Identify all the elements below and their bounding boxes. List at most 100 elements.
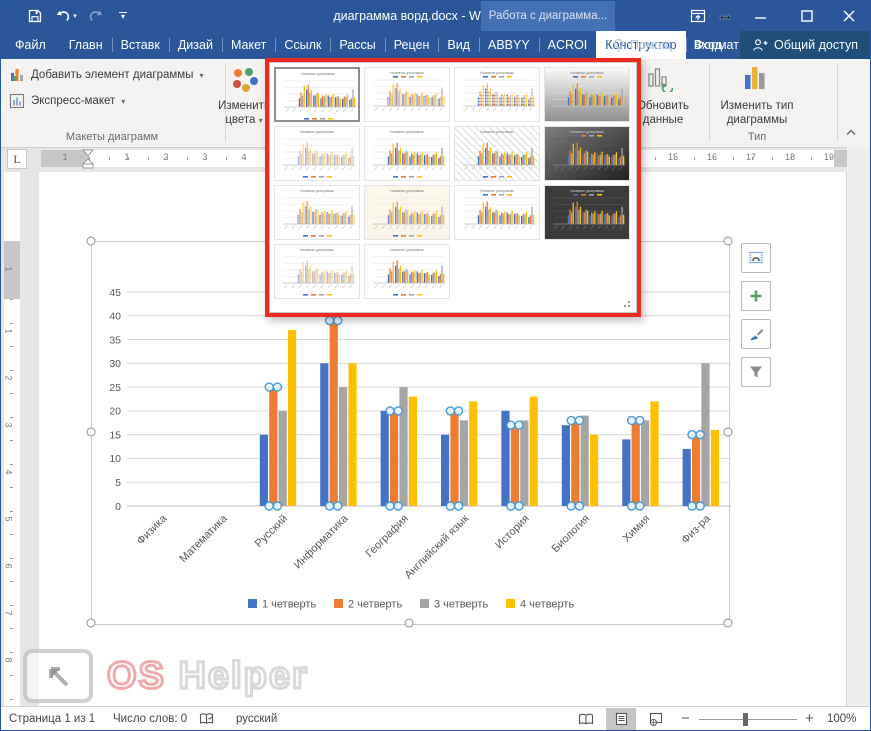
chart-style-thumbnail-1[interactable]: Название диаграммы	[274, 67, 360, 122]
svg-text:Название диаграммы: Название диаграммы	[300, 130, 335, 134]
page-indicator[interactable]: Страница 1 из 1	[9, 707, 95, 731]
lightbulb-icon	[612, 38, 625, 53]
svg-text:Название диаграммы: Название диаграммы	[390, 248, 425, 252]
language-indicator[interactable]: русский	[236, 707, 277, 731]
svg-text:Название диаграммы: Название диаграммы	[480, 189, 515, 193]
tab-файл[interactable]: Файл	[1, 31, 60, 59]
svg-text:40: 40	[109, 311, 121, 323]
svg-text:Название диаграммы: Название диаграммы	[300, 248, 335, 252]
svg-text:Название диаграммы: Название диаграммы	[570, 71, 605, 75]
close-button[interactable]	[832, 1, 866, 31]
quick-layout-button[interactable]: Экспресс-макет▾	[9, 93, 125, 109]
redo-icon[interactable]	[83, 4, 107, 28]
change-colors-icon	[229, 67, 259, 93]
chart-style-thumbnail-11[interactable]: Название диаграммы	[454, 185, 540, 240]
svg-text:Название диаграммы: Название диаграммы	[570, 189, 605, 193]
tab-ссылк[interactable]: Ссылк	[275, 31, 330, 59]
tab-рассы[interactable]: Рассы	[330, 31, 384, 59]
tab-вставк[interactable]: Вставк	[112, 31, 169, 59]
zoom-slider-track[interactable]	[699, 719, 797, 720]
svg-text:Русский: Русский	[253, 513, 290, 550]
add-chart-element-button[interactable]: Добавить элемент диаграммы▾	[9, 67, 203, 83]
svg-text:Название диаграммы: Название диаграммы	[570, 130, 605, 134]
svg-text:15: 15	[109, 429, 121, 441]
layout-options-button[interactable]	[741, 243, 771, 273]
chart-frame-handle[interactable]	[405, 619, 414, 628]
tab-рецен[interactable]: Рецен	[385, 31, 439, 59]
chart-elements-button[interactable]	[741, 281, 771, 311]
minimize-button[interactable]	[744, 1, 778, 31]
zoom-out-button[interactable]: −	[681, 707, 690, 731]
svg-text:3 четверть: 3 четверть	[434, 599, 488, 611]
svg-text:Биология: Биология	[550, 513, 592, 555]
tab-abbyy[interactable]: ABBYY	[479, 31, 539, 59]
vertical-ruler: 112345678	[4, 172, 20, 706]
chart-style-thumbnail-8[interactable]: Название диаграммы	[544, 126, 630, 181]
sign-in-button[interactable]: Вход	[694, 38, 722, 52]
vertical-scrollbar[interactable]	[847, 147, 870, 706]
web-layout-button[interactable]	[641, 708, 671, 730]
chart-frame-handle[interactable]	[87, 428, 96, 437]
zoom-slider-thumb[interactable]	[743, 713, 748, 726]
chart-frame-handle[interactable]	[724, 237, 733, 246]
chart-styles-gallery: Название диаграммыНазвание диаграммыНазв…	[265, 58, 641, 317]
svg-text:35: 35	[109, 334, 121, 346]
svg-text:Название диаграммы: Название диаграммы	[390, 71, 425, 75]
print-layout-button[interactable]	[606, 708, 636, 730]
svg-text:Физ-ра: Физ-ра	[679, 512, 713, 546]
chart-style-thumbnail-13[interactable]: Название диаграммы	[274, 244, 360, 299]
change-chart-type-icon	[743, 65, 767, 91]
chart-style-thumbnail-10[interactable]: Название диаграммы	[364, 185, 450, 240]
chart-style-thumbnail-14[interactable]: Название диаграммы	[364, 244, 450, 299]
chart-frame-handle[interactable]	[87, 237, 96, 246]
help-tab[interactable]: Помощ	[612, 38, 672, 53]
proofing-icon[interactable]	[199, 712, 214, 731]
chart-frame-handle[interactable]	[724, 619, 733, 628]
tab-acroi[interactable]: ACROI	[539, 31, 597, 59]
tab-вид[interactable]: Вид	[438, 31, 479, 59]
svg-text:25: 25	[109, 382, 121, 394]
collapse-ribbon-icon[interactable]	[846, 129, 856, 136]
chart-style-thumbnail-9[interactable]: Название диаграммы	[274, 185, 360, 240]
chart-style-thumbnail-4[interactable]: Название диаграммы	[544, 67, 630, 122]
svg-text:0: 0	[115, 501, 121, 513]
gallery-resize-grip[interactable]	[624, 301, 631, 308]
chart-frame-handle[interactable]	[87, 619, 96, 628]
resize-cursor-icon: ↔	[708, 1, 742, 31]
share-button[interactable]: Общий доступ	[740, 31, 870, 59]
chart-styles-button[interactable]	[741, 319, 771, 349]
zoom-level[interactable]: 100%	[827, 707, 856, 731]
chart-style-thumbnail-3[interactable]: Название диаграммы	[454, 67, 540, 122]
chart-style-thumbnail-5[interactable]: Название диаграммы	[274, 126, 360, 181]
context-tab-group-label[interactable]: Работа с диаграмма...	[481, 1, 615, 31]
chart-style-thumbnail-6[interactable]: Название диаграммы	[364, 126, 450, 181]
svg-text:20: 20	[109, 406, 121, 418]
tab-главн[interactable]: Главн	[60, 31, 112, 59]
maximize-button[interactable]	[790, 1, 824, 31]
svg-text:Название диаграммы: Название диаграммы	[480, 71, 515, 75]
chart-style-thumbnail-12[interactable]: Название диаграммы	[544, 185, 630, 240]
zoom-in-button[interactable]: +	[805, 707, 814, 731]
word-count[interactable]: Число слов: 0	[113, 707, 187, 731]
status-bar: Страница 1 из 1 Число слов: 0 русский − …	[1, 706, 870, 731]
svg-text:Информатика: Информатика	[292, 512, 351, 571]
chart-style-thumbnail-2[interactable]: Название диаграммы	[364, 67, 450, 122]
brush-icon	[748, 326, 765, 343]
undo-button[interactable]: ▾	[51, 4, 81, 28]
word-window: ▾ ▾ диаграмма ворд.docx - Word Работа с …	[0, 0, 871, 731]
layout-options-icon	[747, 249, 765, 267]
svg-text:2 четверть: 2 четверть	[348, 599, 402, 611]
svg-text:История: История	[493, 513, 532, 552]
tab-дизай[interactable]: Дизай	[169, 31, 222, 59]
indent-markers[interactable]	[82, 148, 94, 169]
read-mode-button[interactable]	[571, 708, 601, 730]
chart-style-thumbnail-7[interactable]: Название диаграммы	[454, 126, 540, 181]
chart-filters-button[interactable]	[741, 357, 771, 387]
save-icon[interactable]	[23, 4, 47, 28]
tab-макет[interactable]: Макет	[222, 31, 275, 59]
chart-frame-handle[interactable]	[724, 428, 733, 437]
customize-qat-icon[interactable]: ▾	[111, 4, 135, 28]
svg-text:4 четверть: 4 четверть	[520, 599, 574, 611]
tab-selector[interactable]: L	[7, 149, 27, 169]
svg-text:30: 30	[109, 358, 121, 370]
